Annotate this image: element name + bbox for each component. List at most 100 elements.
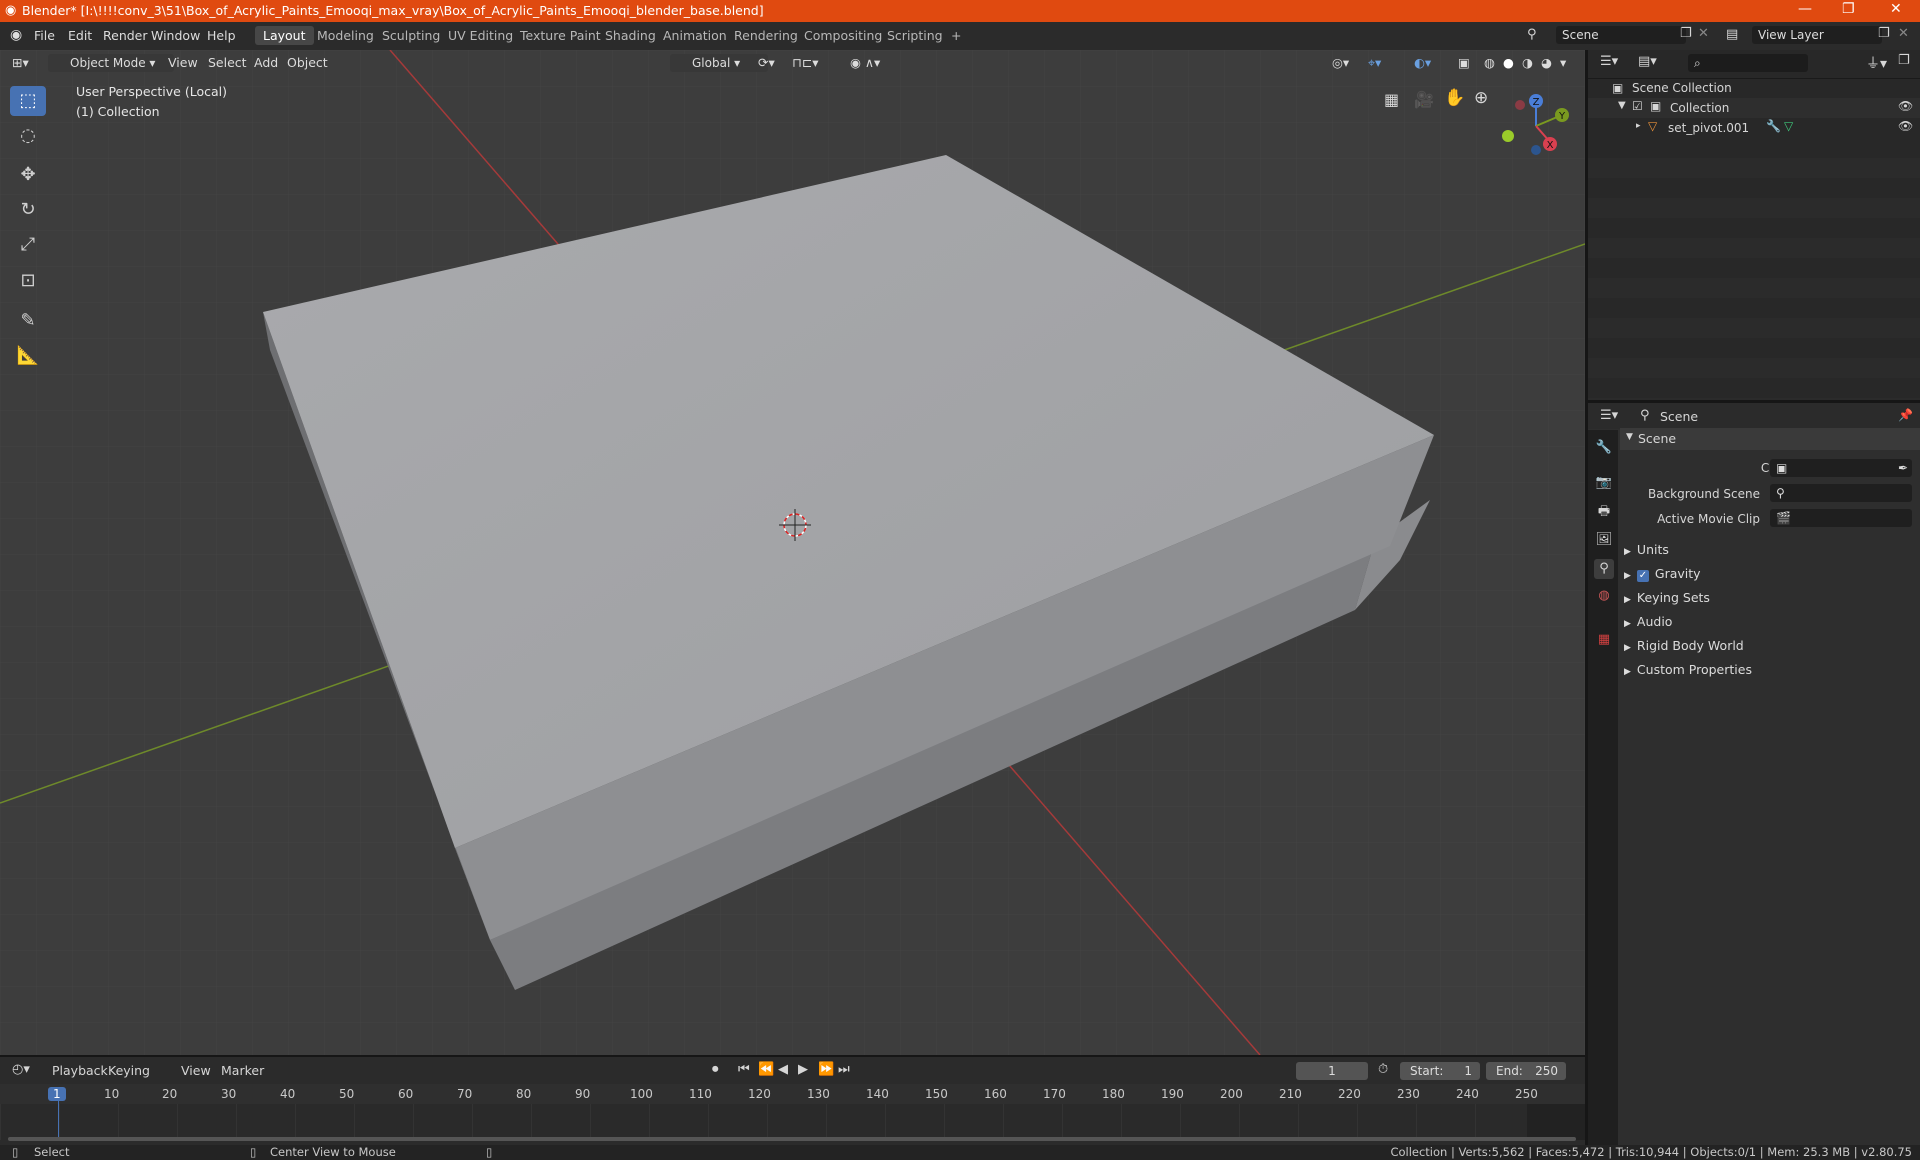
menu-add[interactable]: Add bbox=[254, 54, 278, 72]
background-scene-field[interactable]: ⚲ bbox=[1770, 484, 1912, 502]
pin-icon[interactable]: 📌 bbox=[1898, 408, 1913, 422]
gravity-checkbox[interactable]: ✓ bbox=[1636, 570, 1649, 582]
grid-view-icon[interactable]: ▦ bbox=[1384, 90, 1399, 109]
zoom-icon[interactable]: ⊕ bbox=[1474, 88, 1488, 108]
scene-remove-icon[interactable]: ✕ bbox=[1698, 26, 1709, 41]
outliner-search-input[interactable]: ⌕ bbox=[1688, 54, 1808, 72]
collapsed-arrow-icon[interactable]: ▶ bbox=[1624, 619, 1631, 629]
collapsed-arrow-icon[interactable]: ▶ bbox=[1624, 547, 1631, 557]
section-keying-sets[interactable]: ▶ Keying Sets bbox=[1620, 590, 1710, 605]
section-custom-properties[interactable]: ▶ Custom Properties bbox=[1620, 662, 1752, 677]
editor-type-icon[interactable]: ⊞▾ bbox=[12, 54, 29, 72]
minimize-icon[interactable]: — bbox=[1798, 1, 1812, 17]
menu-file[interactable]: File bbox=[34, 28, 55, 43]
select-box-tool-icon[interactable]: ⬚ bbox=[10, 86, 46, 116]
prev-keyframe-icon[interactable]: ⏪ bbox=[758, 1062, 774, 1077]
texture-tab-icon[interactable]: ▦ bbox=[1594, 630, 1614, 650]
cursor-tool-icon[interactable]: ◌ bbox=[10, 121, 46, 151]
menu-keying[interactable]: Keying bbox=[108, 1063, 150, 1078]
outliner-row-object[interactable]: ▸ ▽ set_pivot.001 🔧 ▽ 👁 bbox=[1588, 118, 1920, 138]
menu-edit[interactable]: Edit bbox=[68, 28, 92, 43]
scene-tab-icon[interactable]: ⚲ bbox=[1594, 559, 1614, 579]
collection-checkbox-icon[interactable]: ☑ bbox=[1632, 99, 1643, 113]
section-units[interactable]: ▶ Units bbox=[1620, 542, 1669, 557]
tab-compositing[interactable]: Compositing bbox=[796, 26, 890, 45]
mode-dropdown[interactable]: Object Mode ▾ bbox=[48, 54, 174, 72]
menu-marker[interactable]: Marker bbox=[221, 1063, 264, 1078]
gizmo-toggle-icon[interactable]: ⌖▾ bbox=[1368, 54, 1381, 72]
end-frame-field[interactable]: End: 250 bbox=[1486, 1062, 1566, 1080]
shading-options-icon[interactable]: ▾ bbox=[1560, 54, 1566, 72]
render-tab-icon[interactable]: 📷 bbox=[1594, 473, 1614, 493]
collapsed-arrow-icon[interactable]: ▶ bbox=[1624, 643, 1631, 653]
tab-rendering[interactable]: Rendering bbox=[726, 26, 806, 45]
view-layer-remove-icon[interactable]: ✕ bbox=[1898, 26, 1909, 41]
view-layer-icon[interactable]: ▤ bbox=[1726, 27, 1738, 42]
move-tool-icon[interactable]: ✥ bbox=[10, 160, 46, 190]
modifier-icon[interactable]: 🔧 bbox=[1766, 119, 1781, 133]
section-audio[interactable]: ▶ Audio bbox=[1620, 614, 1672, 629]
object-expand-icon[interactable]: ▸ bbox=[1636, 121, 1641, 131]
scale-tool-icon[interactable]: ⤢ bbox=[10, 230, 46, 260]
overlay-toggle-icon[interactable]: ◐▾ bbox=[1414, 54, 1431, 72]
mesh-data-icon[interactable]: ▽ bbox=[1784, 119, 1793, 133]
play-reverse-icon[interactable]: ◀ bbox=[778, 1062, 788, 1077]
timeline-editor-icon[interactable]: ◴▾ bbox=[12, 1062, 30, 1077]
tool-tab-icon[interactable]: 🔧 bbox=[1594, 438, 1614, 458]
annotate-tool-icon[interactable]: ✎ bbox=[10, 306, 46, 336]
xray-icon[interactable]: ▣ bbox=[1458, 54, 1470, 72]
collection-visibility-icon[interactable]: 👁 bbox=[1898, 99, 1913, 113]
timeline-track-area[interactable] bbox=[0, 1104, 1585, 1140]
navigation-gizmo[interactable]: Z Y X bbox=[1500, 88, 1580, 163]
section-rigid-body-world[interactable]: ▶ Rigid Body World bbox=[1620, 638, 1744, 653]
outliner-display-mode-icon[interactable]: ▤▾ bbox=[1638, 54, 1657, 69]
close-icon[interactable]: ✕ bbox=[1890, 1, 1902, 17]
play-icon[interactable]: ▶ bbox=[798, 1062, 808, 1077]
current-frame-field[interactable]: 1 bbox=[1296, 1062, 1368, 1080]
filter-icon[interactable]: ⏚▾ bbox=[1866, 53, 1887, 73]
menu-select[interactable]: Select bbox=[208, 54, 247, 72]
tab-animation[interactable]: Animation bbox=[655, 26, 735, 45]
orientation-dropdown[interactable]: Global ▾ bbox=[670, 54, 768, 72]
snap-icon[interactable]: ⊓⊏▾ bbox=[792, 54, 819, 72]
object-visibility-icon[interactable]: 👁 bbox=[1898, 119, 1913, 133]
tab-scripting[interactable]: Scripting bbox=[879, 26, 951, 45]
scene-field[interactable]: Scene bbox=[1556, 26, 1686, 44]
transform-tool-icon[interactable]: ⊡ bbox=[10, 266, 46, 296]
view-layer-field[interactable]: View Layer bbox=[1752, 26, 1882, 44]
view-layer-tab-icon[interactable]: 🖼 bbox=[1594, 530, 1614, 550]
add-workspace-button[interactable]: + bbox=[943, 26, 969, 45]
tab-uv-editing[interactable]: UV Editing bbox=[440, 26, 521, 45]
menu-view[interactable]: View bbox=[168, 54, 198, 72]
menu-timeline-view[interactable]: View bbox=[181, 1063, 211, 1078]
expand-arrow-icon[interactable]: ▼ bbox=[1618, 100, 1626, 111]
tab-texture-paint[interactable]: Texture Paint bbox=[512, 26, 609, 45]
preview-range-icon[interactable]: ⏱ bbox=[1378, 1062, 1388, 1077]
3d-viewport[interactable] bbox=[0, 50, 1585, 1055]
scene-new-icon[interactable]: ❐ bbox=[1680, 26, 1692, 41]
restore-icon[interactable]: ❐ bbox=[1842, 1, 1855, 17]
menu-help[interactable]: Help bbox=[207, 28, 236, 43]
jump-start-icon[interactable]: ⏮ bbox=[738, 1062, 750, 1077]
menu-render[interactable]: Render bbox=[103, 28, 148, 43]
panel-expand-icon[interactable]: ▼ bbox=[1626, 432, 1633, 442]
tab-layout[interactable]: Layout bbox=[255, 26, 314, 45]
shading-rendered-icon[interactable]: ◕ bbox=[1541, 54, 1552, 72]
visibility-icon[interactable]: ◎▾ bbox=[1332, 54, 1349, 72]
tab-shading[interactable]: Shading bbox=[597, 26, 664, 45]
new-collection-icon[interactable]: ❐ bbox=[1898, 53, 1910, 68]
rotate-tool-icon[interactable]: ↻ bbox=[10, 195, 46, 225]
collapsed-arrow-icon[interactable]: ▶ bbox=[1624, 571, 1631, 581]
proportional-edit-icon[interactable]: ◉ ∧▾ bbox=[850, 54, 880, 72]
camera-view-icon[interactable]: 🎥 bbox=[1414, 90, 1434, 109]
blender-menu-icon[interactable]: ◉ bbox=[10, 27, 22, 43]
outliner-editor-icon[interactable]: ☰▾ bbox=[1600, 54, 1618, 69]
jump-end-icon[interactable]: ⏭ bbox=[838, 1062, 850, 1077]
record-icon[interactable]: ⏺ bbox=[712, 1062, 719, 1077]
tab-modeling[interactable]: Modeling bbox=[309, 26, 382, 45]
active-movie-clip-field[interactable]: 🎬 bbox=[1770, 509, 1912, 527]
section-gravity[interactable]: ▶ ✓ Gravity bbox=[1620, 566, 1701, 582]
view-layer-new-icon[interactable]: ❐ bbox=[1878, 26, 1890, 41]
measure-tool-icon[interactable]: 📐 bbox=[10, 341, 46, 371]
pivot-icon[interactable]: ⟳▾ bbox=[758, 54, 775, 72]
